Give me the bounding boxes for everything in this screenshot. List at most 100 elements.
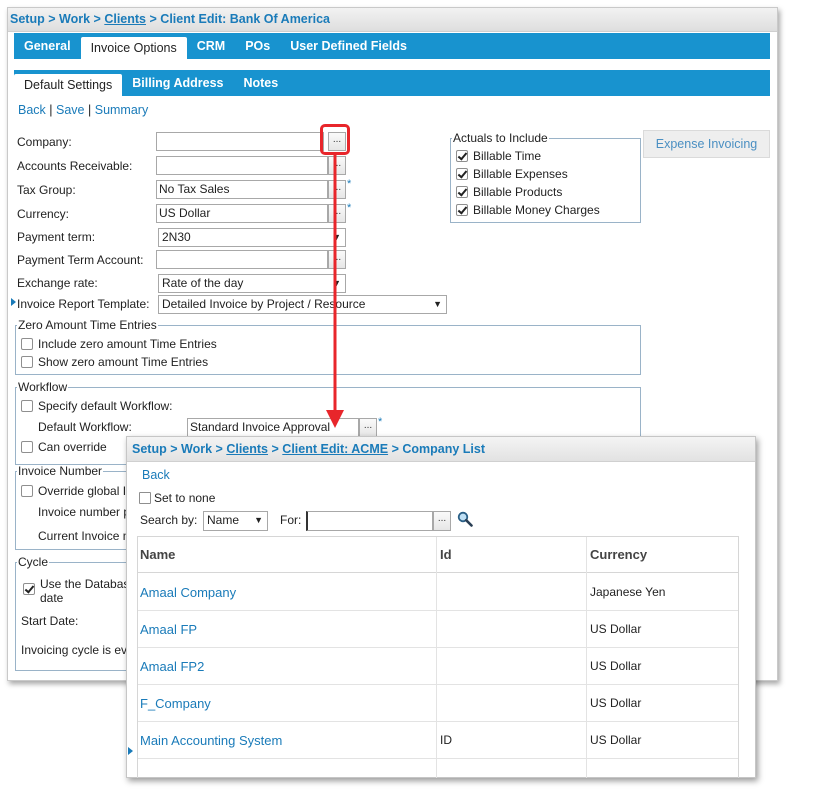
- billable-time-checkbox[interactable]: [456, 150, 468, 162]
- default-workflow-field[interactable]: Standard Invoice Approval: [187, 418, 359, 437]
- column-header-currency[interactable]: Currency: [588, 537, 647, 573]
- search-by-label: Search by:: [140, 513, 198, 527]
- popup-breadcrumb-clients[interactable]: Clients: [226, 442, 268, 456]
- exchange-rate-select[interactable]: Rate of the day ▼: [158, 274, 346, 293]
- breadcrumb-work[interactable]: Work: [59, 12, 90, 26]
- set-to-none-label: Set to none: [154, 491, 216, 505]
- include-zero-amount-label: Include zero amount Time Entries: [38, 337, 217, 351]
- invoice-number-prefix-label: Invoice number p: [38, 505, 131, 519]
- invoice-report-template-value: Detailed Invoice by Project / Resource: [162, 297, 366, 311]
- default-workflow-lookup-button[interactable]: ...: [359, 418, 377, 437]
- for-lookup-button[interactable]: ...: [433, 511, 451, 531]
- search-by-value: Name: [207, 513, 240, 527]
- company-list-popup: Setup > Work > Clients > Client Edit: AC…: [126, 436, 756, 778]
- payment-term-account-lookup-button[interactable]: ...: [328, 250, 346, 269]
- breadcrumb-clients[interactable]: Clients: [104, 12, 146, 26]
- can-override-label: Can override: [38, 440, 107, 454]
- invoice-report-template-select[interactable]: Detailed Invoice by Project / Resource ▼: [158, 295, 447, 314]
- for-search-input[interactable]: [306, 511, 433, 531]
- breadcrumb-separator: >: [149, 12, 157, 26]
- company-name-link[interactable]: Amaal Company: [138, 574, 236, 611]
- workflow-legend: Workflow: [18, 380, 68, 394]
- tab-user-defined-fields[interactable]: User Defined Fields: [280, 33, 417, 59]
- can-override-checkbox[interactable]: [21, 441, 33, 453]
- tab-invoice-options[interactable]: Invoice Options: [80, 37, 187, 59]
- company-name-link[interactable]: Main Accounting System: [138, 722, 282, 759]
- breadcrumb-separator: >: [391, 442, 399, 456]
- billable-products-checkbox[interactable]: [456, 186, 468, 198]
- specify-default-workflow-checkbox[interactable]: [21, 400, 33, 412]
- tab-pos[interactable]: POs: [235, 33, 280, 59]
- company-id: ID: [440, 733, 452, 747]
- save-link[interactable]: Save: [56, 103, 85, 117]
- breadcrumb-separator: >: [215, 442, 223, 456]
- for-label: For:: [280, 513, 302, 527]
- subtab-notes[interactable]: Notes: [233, 70, 288, 96]
- popup-breadcrumb-setup[interactable]: Setup: [132, 442, 167, 456]
- main-tab-bar: General Invoice Options CRM POs User Def…: [14, 33, 770, 59]
- company-list-table: Name Id Currency Amaal Company Japanese …: [137, 536, 739, 778]
- search-icon[interactable]: [457, 511, 473, 527]
- show-zero-amount-checkbox[interactable]: [21, 356, 33, 368]
- breadcrumb-setup[interactable]: Setup: [10, 12, 45, 26]
- expense-invoicing-button[interactable]: Expense Invoicing: [643, 130, 770, 158]
- billable-money-charges-checkbox[interactable]: [456, 204, 468, 216]
- current-invoice-number-label: Current Invoice n: [38, 529, 130, 543]
- billable-money-charges-label: Billable Money Charges: [473, 203, 600, 217]
- actuals-to-include-legend: Actuals to Include: [453, 131, 548, 145]
- table-row[interactable]: Amaal FP2 US Dollar: [138, 648, 738, 685]
- subtab-billing-address[interactable]: Billing Address: [122, 70, 233, 96]
- row-marker-icon: [128, 747, 133, 755]
- set-to-none-checkbox[interactable]: [139, 492, 151, 504]
- popup-breadcrumb-client-edit[interactable]: Client Edit: ACME: [282, 442, 388, 456]
- currency-lookup-button[interactable]: ...: [328, 204, 346, 223]
- summary-link[interactable]: Summary: [95, 103, 148, 117]
- invoice-report-template-label: Invoice Report Template:: [17, 297, 150, 311]
- tab-crm[interactable]: CRM: [187, 33, 235, 59]
- company-name-link[interactable]: Amaal FP: [138, 611, 197, 648]
- company-field[interactable]: [156, 132, 324, 151]
- tax-group-lookup-button[interactable]: ...: [328, 180, 346, 199]
- company-name-link[interactable]: F_Company: [138, 685, 211, 722]
- override-global-checkbox[interactable]: [21, 485, 33, 497]
- currency-field[interactable]: US Dollar: [156, 204, 328, 223]
- include-zero-amount-checkbox[interactable]: [21, 338, 33, 350]
- table-row[interactable]: Main Accounting System ID US Dollar: [138, 722, 738, 759]
- breadcrumb-separator: >: [271, 442, 279, 456]
- accounts-receivable-field[interactable]: [156, 156, 328, 175]
- breadcrumb-separator: >: [93, 12, 101, 26]
- action-links: Back | Save | Summary: [18, 103, 148, 117]
- billable-expenses-label: Billable Expenses: [473, 167, 568, 181]
- tab-general[interactable]: General: [14, 33, 81, 59]
- search-by-select[interactable]: Name ▼: [203, 511, 268, 531]
- billable-time-label: Billable Time: [473, 149, 542, 163]
- company-name-link[interactable]: Amaal FP2: [138, 648, 204, 685]
- accounts-receivable-lookup-button[interactable]: ...: [328, 156, 346, 175]
- tax-group-field[interactable]: No Tax Sales: [156, 180, 328, 199]
- subtab-default-settings[interactable]: Default Settings: [14, 74, 123, 96]
- popup-breadcrumb-work[interactable]: Work: [181, 442, 212, 456]
- table-row[interactable]: F_Company US Dollar: [138, 685, 738, 722]
- table-row[interactable]: Amaal FP US Dollar: [138, 611, 738, 648]
- use-database-date-checkbox[interactable]: [23, 583, 35, 595]
- back-link[interactable]: Back: [18, 103, 46, 117]
- action-separator: |: [49, 103, 53, 117]
- popup-back-link[interactable]: Back: [142, 468, 170, 482]
- required-marker: *: [378, 416, 383, 428]
- company-label: Company:: [17, 135, 72, 149]
- payment-term-value: 2N30: [162, 230, 191, 244]
- start-date-label: Start Date:: [21, 614, 79, 628]
- popup-breadcrumb-current: Company List: [402, 442, 486, 456]
- column-header-name[interactable]: Name: [138, 537, 175, 573]
- company-currency: Japanese Yen: [590, 585, 666, 599]
- use-database-date-label-continued: date: [40, 591, 64, 605]
- payment-term-account-label: Payment Term Account:: [17, 253, 144, 267]
- payment-term-account-field[interactable]: [156, 250, 328, 269]
- required-marker: *: [347, 202, 352, 214]
- billable-expenses-checkbox[interactable]: [456, 168, 468, 180]
- payment-term-select[interactable]: 2N30 ▼: [158, 228, 346, 247]
- column-header-id[interactable]: Id: [438, 537, 452, 573]
- override-global-label: Override global I: [38, 484, 127, 498]
- table-row[interactable]: Amaal Company Japanese Yen: [138, 574, 738, 611]
- tax-group-label: Tax Group:: [17, 183, 76, 197]
